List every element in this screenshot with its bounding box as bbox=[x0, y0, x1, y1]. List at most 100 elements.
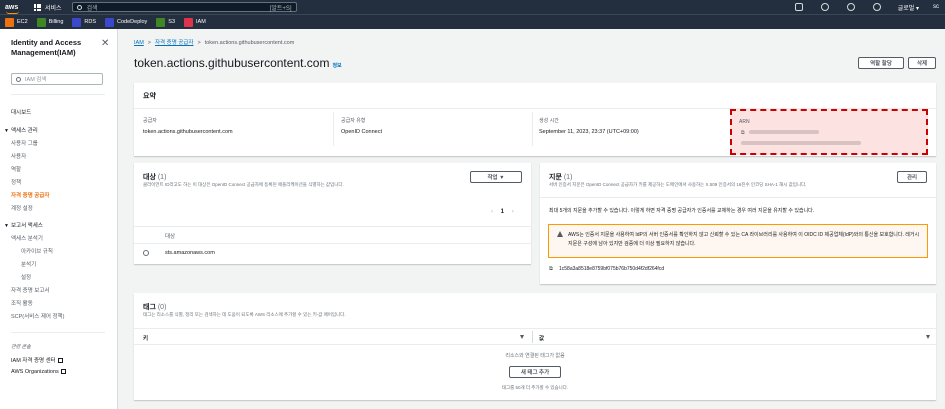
aws-logo[interactable]: aws bbox=[5, 4, 27, 14]
add-tag-button[interactable]: 새 태그 추가 bbox=[509, 366, 561, 378]
divider bbox=[11, 94, 105, 95]
breadcrumb-current: token.actions.githubusercontent.com bbox=[204, 40, 295, 46]
column-header-value: 값 bbox=[539, 336, 545, 342]
chevron-right-icon[interactable]: › bbox=[512, 209, 514, 215]
sidebar-search-input[interactable]: IAM 검색 bbox=[11, 73, 103, 85]
audience-panel: 대상 (1) 클라이언트 ID라고도 하는 이 대상은 OpenID Conne… bbox=[134, 163, 531, 264]
thumbprint-heading: 지문 (1) bbox=[549, 174, 573, 181]
chevron-right-icon: > bbox=[147, 40, 151, 46]
row-radio[interactable] bbox=[143, 250, 149, 256]
copy-icon[interactable]: ⧉ bbox=[549, 266, 553, 273]
account-menu[interactable]: sc bbox=[933, 4, 939, 10]
manage-button[interactable]: 관리 bbox=[897, 171, 927, 183]
divider bbox=[134, 328, 936, 329]
sidebar-title: Identity and Access Management(IAM) bbox=[11, 38, 82, 57]
iam-icon bbox=[184, 17, 194, 27]
info-link[interactable]: 정보 bbox=[332, 63, 341, 69]
warning-alert: AWS는 인증서 지문을 사용하여 IdP의 서버 인증서를 확인하지 않고 신… bbox=[548, 224, 928, 258]
divider bbox=[532, 331, 533, 343]
search-icon bbox=[76, 4, 82, 10]
tags-limit-note: 태그를 50개 더 추가할 수 있습니다. bbox=[501, 385, 569, 390]
sidebar-item-user-groups[interactable]: 사용자 그룹 bbox=[11, 139, 38, 147]
sidebar-section-access-management[interactable]: ▼ 액세스 관리 bbox=[4, 126, 38, 134]
breadcrumb: IAM > 자격 증명 공급자 > token.actions.githubuserco… bbox=[134, 38, 294, 46]
favorite-rds[interactable]: RDS bbox=[72, 17, 96, 27]
tags-description: 태그는 리소스를 식별, 정리 또는 검색하는 데 도움이 되도록 AWS 리소… bbox=[143, 312, 346, 317]
divider bbox=[134, 226, 531, 227]
sidebar-item-analyzers[interactable]: 분석기 bbox=[21, 260, 36, 268]
summary-provider: 공급자 token.actions.githubusercontent.com bbox=[143, 118, 233, 135]
breadcrumb-iam[interactable]: IAM bbox=[134, 40, 144, 46]
services-grid-icon[interactable] bbox=[34, 3, 41, 11]
summary-heading: 요약 bbox=[143, 93, 156, 100]
ec2-icon bbox=[5, 17, 14, 27]
actions-dropdown[interactable]: 작업 ▼ bbox=[470, 171, 522, 183]
column-header-key: 키 bbox=[143, 336, 149, 342]
audience-description: 클라이언트 ID라고도 하는 이 대상은 OpenID Connect 공급자에… bbox=[143, 182, 344, 187]
cloudshell-icon[interactable] bbox=[794, 3, 803, 11]
sidebar-item-organization-activity[interactable]: 조직 활동 bbox=[11, 299, 33, 307]
help-icon[interactable] bbox=[846, 3, 855, 11]
sidebar-item-dashboard[interactable]: 대시보드 bbox=[11, 108, 31, 116]
sidebar-item-archive-rules[interactable]: 아카이브 규칙 bbox=[21, 247, 53, 255]
sidebar-section-access-reports[interactable]: ▼ 보고서 액세스 bbox=[4, 221, 43, 229]
breadcrumb-identity-providers[interactable]: 자격 증명 공급자 bbox=[155, 40, 193, 46]
sidebar-item-analyzer-settings[interactable]: 설정 bbox=[21, 273, 31, 281]
s3-icon bbox=[156, 17, 166, 27]
favorite-codedeploy[interactable]: CodeDeploy bbox=[105, 17, 147, 27]
page-number[interactable]: 1 bbox=[501, 209, 504, 215]
column-header-audience: 대상 bbox=[165, 234, 176, 240]
divider bbox=[540, 197, 936, 198]
close-icon[interactable]: ✕ bbox=[101, 38, 109, 49]
summary-provider-type: 공급자 유형 OpenID Connect bbox=[341, 118, 382, 135]
page-title: token.actions.githubusercontent.com 정보 bbox=[134, 56, 342, 70]
sidebar-item-users[interactable]: 사용자 bbox=[11, 152, 26, 160]
global-search-input[interactable]: 검색 [알트+S] bbox=[71, 2, 297, 12]
sidebar-item-identity-providers[interactable]: 자격 증명 공급자 bbox=[11, 191, 49, 199]
warning-text: AWS는 인증서 지문을 사용하여 IdP의 서버 인증서를 확인하지 않고 신… bbox=[568, 232, 920, 247]
pagination: ‹ 1 › bbox=[491, 209, 514, 215]
sort-icon[interactable] bbox=[520, 335, 524, 339]
audience-heading: 대상 (1) bbox=[143, 174, 167, 181]
divider bbox=[11, 332, 105, 333]
tags-heading: 태그 (0) bbox=[143, 304, 167, 311]
external-link-icon bbox=[60, 369, 66, 375]
link-iam-identity-center[interactable]: IAM 자격 증명 센터 bbox=[11, 356, 63, 364]
settings-icon[interactable] bbox=[872, 3, 881, 11]
sidebar-item-scp[interactable]: SCP(서비스 제어 정책) bbox=[11, 312, 64, 320]
sort-icon[interactable] bbox=[926, 335, 930, 339]
sidebar-item-policies[interactable]: 정책 bbox=[11, 178, 21, 186]
assign-role-button[interactable]: 역할 할당 bbox=[858, 57, 904, 69]
favorite-billing[interactable]: Billing bbox=[36, 17, 63, 27]
divider bbox=[532, 112, 533, 146]
sidebar-item-credential-report[interactable]: 자격 증명 보고서 bbox=[11, 286, 49, 294]
chevron-left-icon[interactable]: ‹ bbox=[491, 209, 493, 215]
sidebar-item-account-settings[interactable]: 계정 설정 bbox=[11, 204, 33, 212]
copy-icon[interactable]: ⧉ bbox=[741, 130, 745, 136]
search-icon bbox=[16, 76, 21, 82]
divider bbox=[333, 112, 334, 146]
summary-created: 생성 시간 September 11, 2023, 23:37 (UTC+09:… bbox=[539, 118, 639, 135]
link-aws-organizations[interactable]: AWS Organizations bbox=[11, 369, 66, 375]
delete-button[interactable]: 삭제 bbox=[908, 57, 936, 69]
services-menu[interactable]: 서비스 bbox=[45, 3, 62, 12]
search-placeholder: 검색 bbox=[86, 5, 98, 12]
sidebar-item-roles[interactable]: 역할 bbox=[11, 165, 21, 173]
thumbprint-value: 1c58a3a8518e8759bf075b76b750d4f2df264fcd bbox=[559, 266, 665, 272]
divider bbox=[134, 243, 531, 244]
favorites-bar: EC2 Billing RDS CodeDeploy S3 IAM bbox=[0, 14, 945, 29]
thumbprint-description: 서버 인증서 지문은 OpenID Connect 공급자가 키를 제공하는 도… bbox=[549, 182, 807, 187]
sidebar-item-access-analyzer[interactable]: 액세스 분석기 bbox=[11, 234, 43, 242]
empty-tags-message: 리소스와 연결된 태그가 없음 bbox=[505, 353, 565, 359]
bell-icon[interactable] bbox=[820, 3, 829, 11]
favorite-s3[interactable]: S3 bbox=[156, 17, 175, 27]
region-selector[interactable]: 글로벌 ▾ bbox=[898, 3, 919, 12]
favorite-iam[interactable]: IAM bbox=[184, 17, 206, 27]
audience-value: sts.amazonaws.com bbox=[165, 250, 215, 256]
favorite-ec2[interactable]: EC2 bbox=[5, 17, 28, 27]
sidebar: Identity and Access Management(IAM) ✕ IA… bbox=[0, 29, 118, 409]
codedeploy-icon bbox=[105, 17, 115, 27]
billing-icon bbox=[36, 17, 46, 27]
arn-label: ARN bbox=[739, 119, 750, 125]
external-link-icon bbox=[57, 358, 63, 364]
